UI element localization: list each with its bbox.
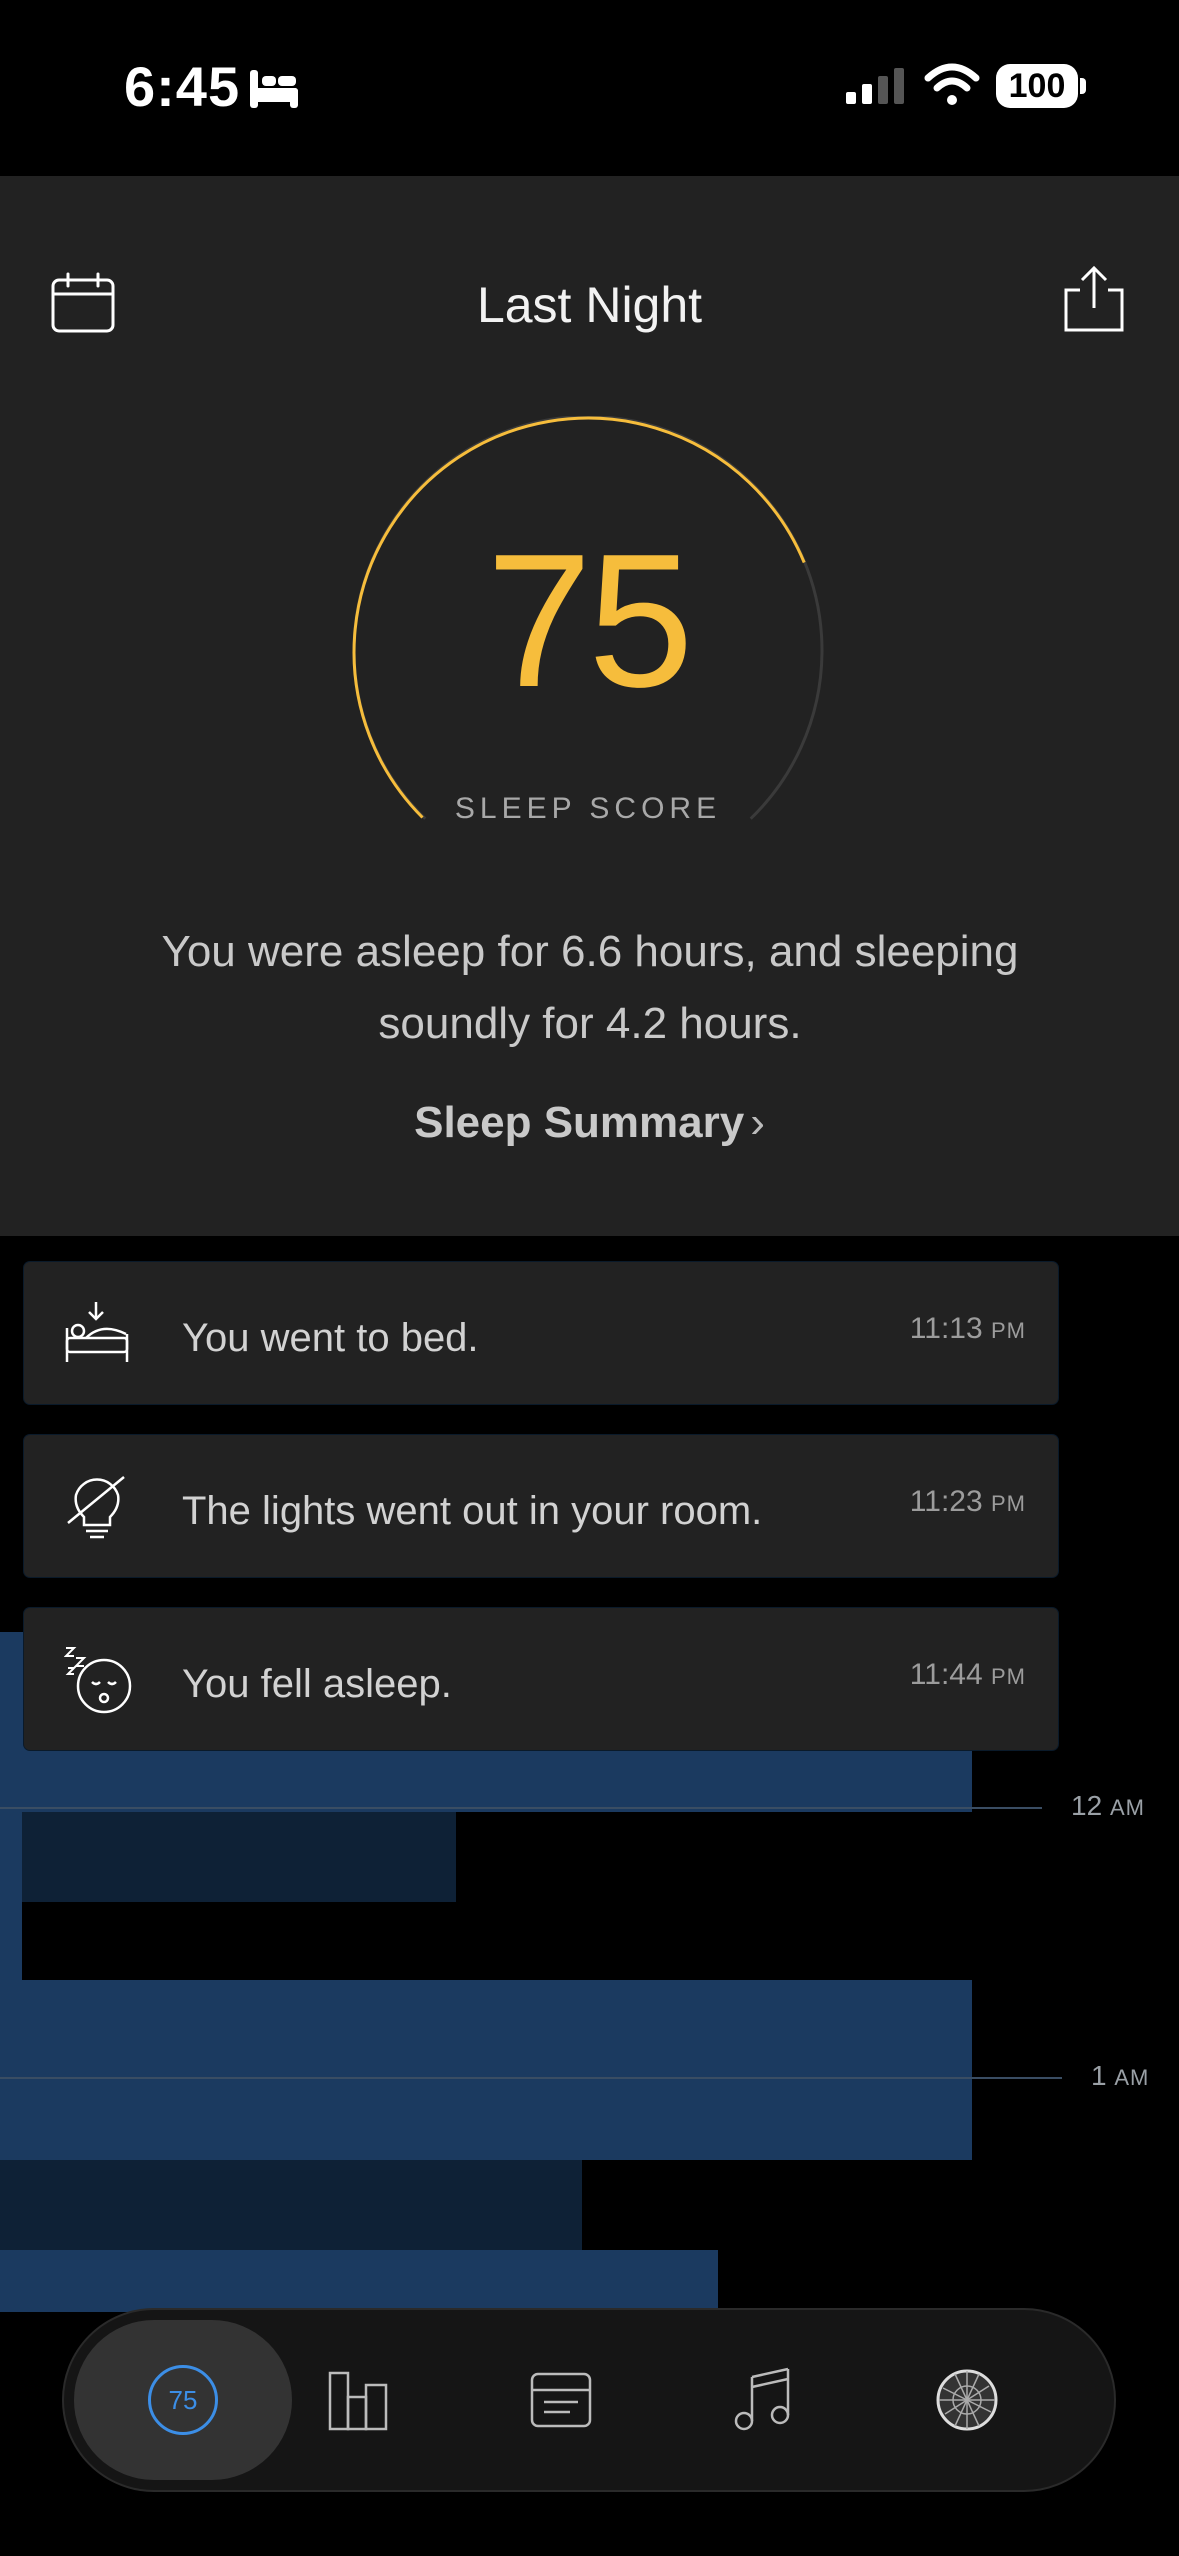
event-time: 11:44 PM xyxy=(909,1658,1026,1691)
hour-gridline xyxy=(0,1807,1042,1809)
event-card-bed[interactable]: You went to bed. 11:13 PM xyxy=(24,1262,1058,1404)
bed-arrow-icon xyxy=(65,1302,129,1362)
sleep-summary-link-label: Sleep Summary xyxy=(414,1098,745,1147)
sleep-score-label: SLEEP SCORE xyxy=(454,792,722,825)
battery-nub xyxy=(1080,78,1086,94)
sleep-stage-bar xyxy=(0,1980,972,2160)
lights-off-icon xyxy=(67,1476,125,1539)
hour-label-12am: 12 AM xyxy=(1071,1790,1145,1821)
sleep-stage-bar xyxy=(0,2160,582,2250)
battery-indicator: 100 xyxy=(996,64,1078,108)
page-title: Last Night xyxy=(476,277,703,333)
summary-line-1: You were asleep for 6.6 hours, and sleep… xyxy=(161,927,1019,976)
sleep-stage-bar xyxy=(0,1632,22,1980)
bar-chart-icon xyxy=(328,2371,388,2431)
hour-gridline xyxy=(0,2077,1062,2079)
status-bar: 6:45 100 xyxy=(0,0,1179,176)
music-note-icon xyxy=(734,2367,790,2431)
event-text: You went to bed. xyxy=(182,1316,479,1360)
tab-score[interactable]: 75 xyxy=(74,2320,292,2480)
hour-label-1am: 1 AM xyxy=(1091,2060,1150,2091)
sleep-score-value: 75 xyxy=(486,515,693,727)
cellular-signal-icon xyxy=(846,68,904,104)
status-time: 6:45 xyxy=(124,55,241,118)
event-time: 11:13 PM xyxy=(909,1312,1026,1345)
asleep-face-icon xyxy=(64,1647,132,1714)
event-card-lights[interactable]: The lights went out in your room. 11:23 … xyxy=(24,1435,1058,1577)
sleep-stage-bar xyxy=(0,2250,718,2312)
tab-journal[interactable] xyxy=(466,2310,656,2490)
event-text: The lights went out in your room. xyxy=(182,1489,763,1533)
event-card-asleep[interactable]: You fell asleep. 11:44 PM xyxy=(24,1608,1058,1750)
chevron-right-icon: › xyxy=(750,1098,765,1147)
sleep-summary-link[interactable]: Sleep Summary › xyxy=(0,1098,1179,1148)
sleep-score-panel: Last Night 75 SLEEP SCORE You were aslee… xyxy=(0,176,1179,1236)
sleep-summary-text: You were asleep for 6.6 hours, and sleep… xyxy=(120,916,1060,1060)
sleep-stage-bar xyxy=(0,1812,456,1902)
event-text: You fell asleep. xyxy=(182,1662,452,1706)
sleep-focus-icon xyxy=(250,70,298,108)
summary-line-2: soundly for 4.2 hours. xyxy=(378,999,802,1048)
bottom-tab-bar: 75 xyxy=(62,2308,1116,2492)
journal-icon xyxy=(530,2372,592,2428)
wifi-icon xyxy=(924,63,980,105)
share-icon[interactable] xyxy=(1062,264,1126,334)
score-badge-icon: 75 xyxy=(148,2365,218,2435)
tab-sounds[interactable] xyxy=(668,2310,858,2490)
globe-mesh-icon xyxy=(936,2369,998,2431)
tab-trends[interactable] xyxy=(264,2310,454,2490)
event-time: 11:23 PM xyxy=(909,1485,1026,1518)
tab-profile[interactable] xyxy=(872,2310,1062,2490)
